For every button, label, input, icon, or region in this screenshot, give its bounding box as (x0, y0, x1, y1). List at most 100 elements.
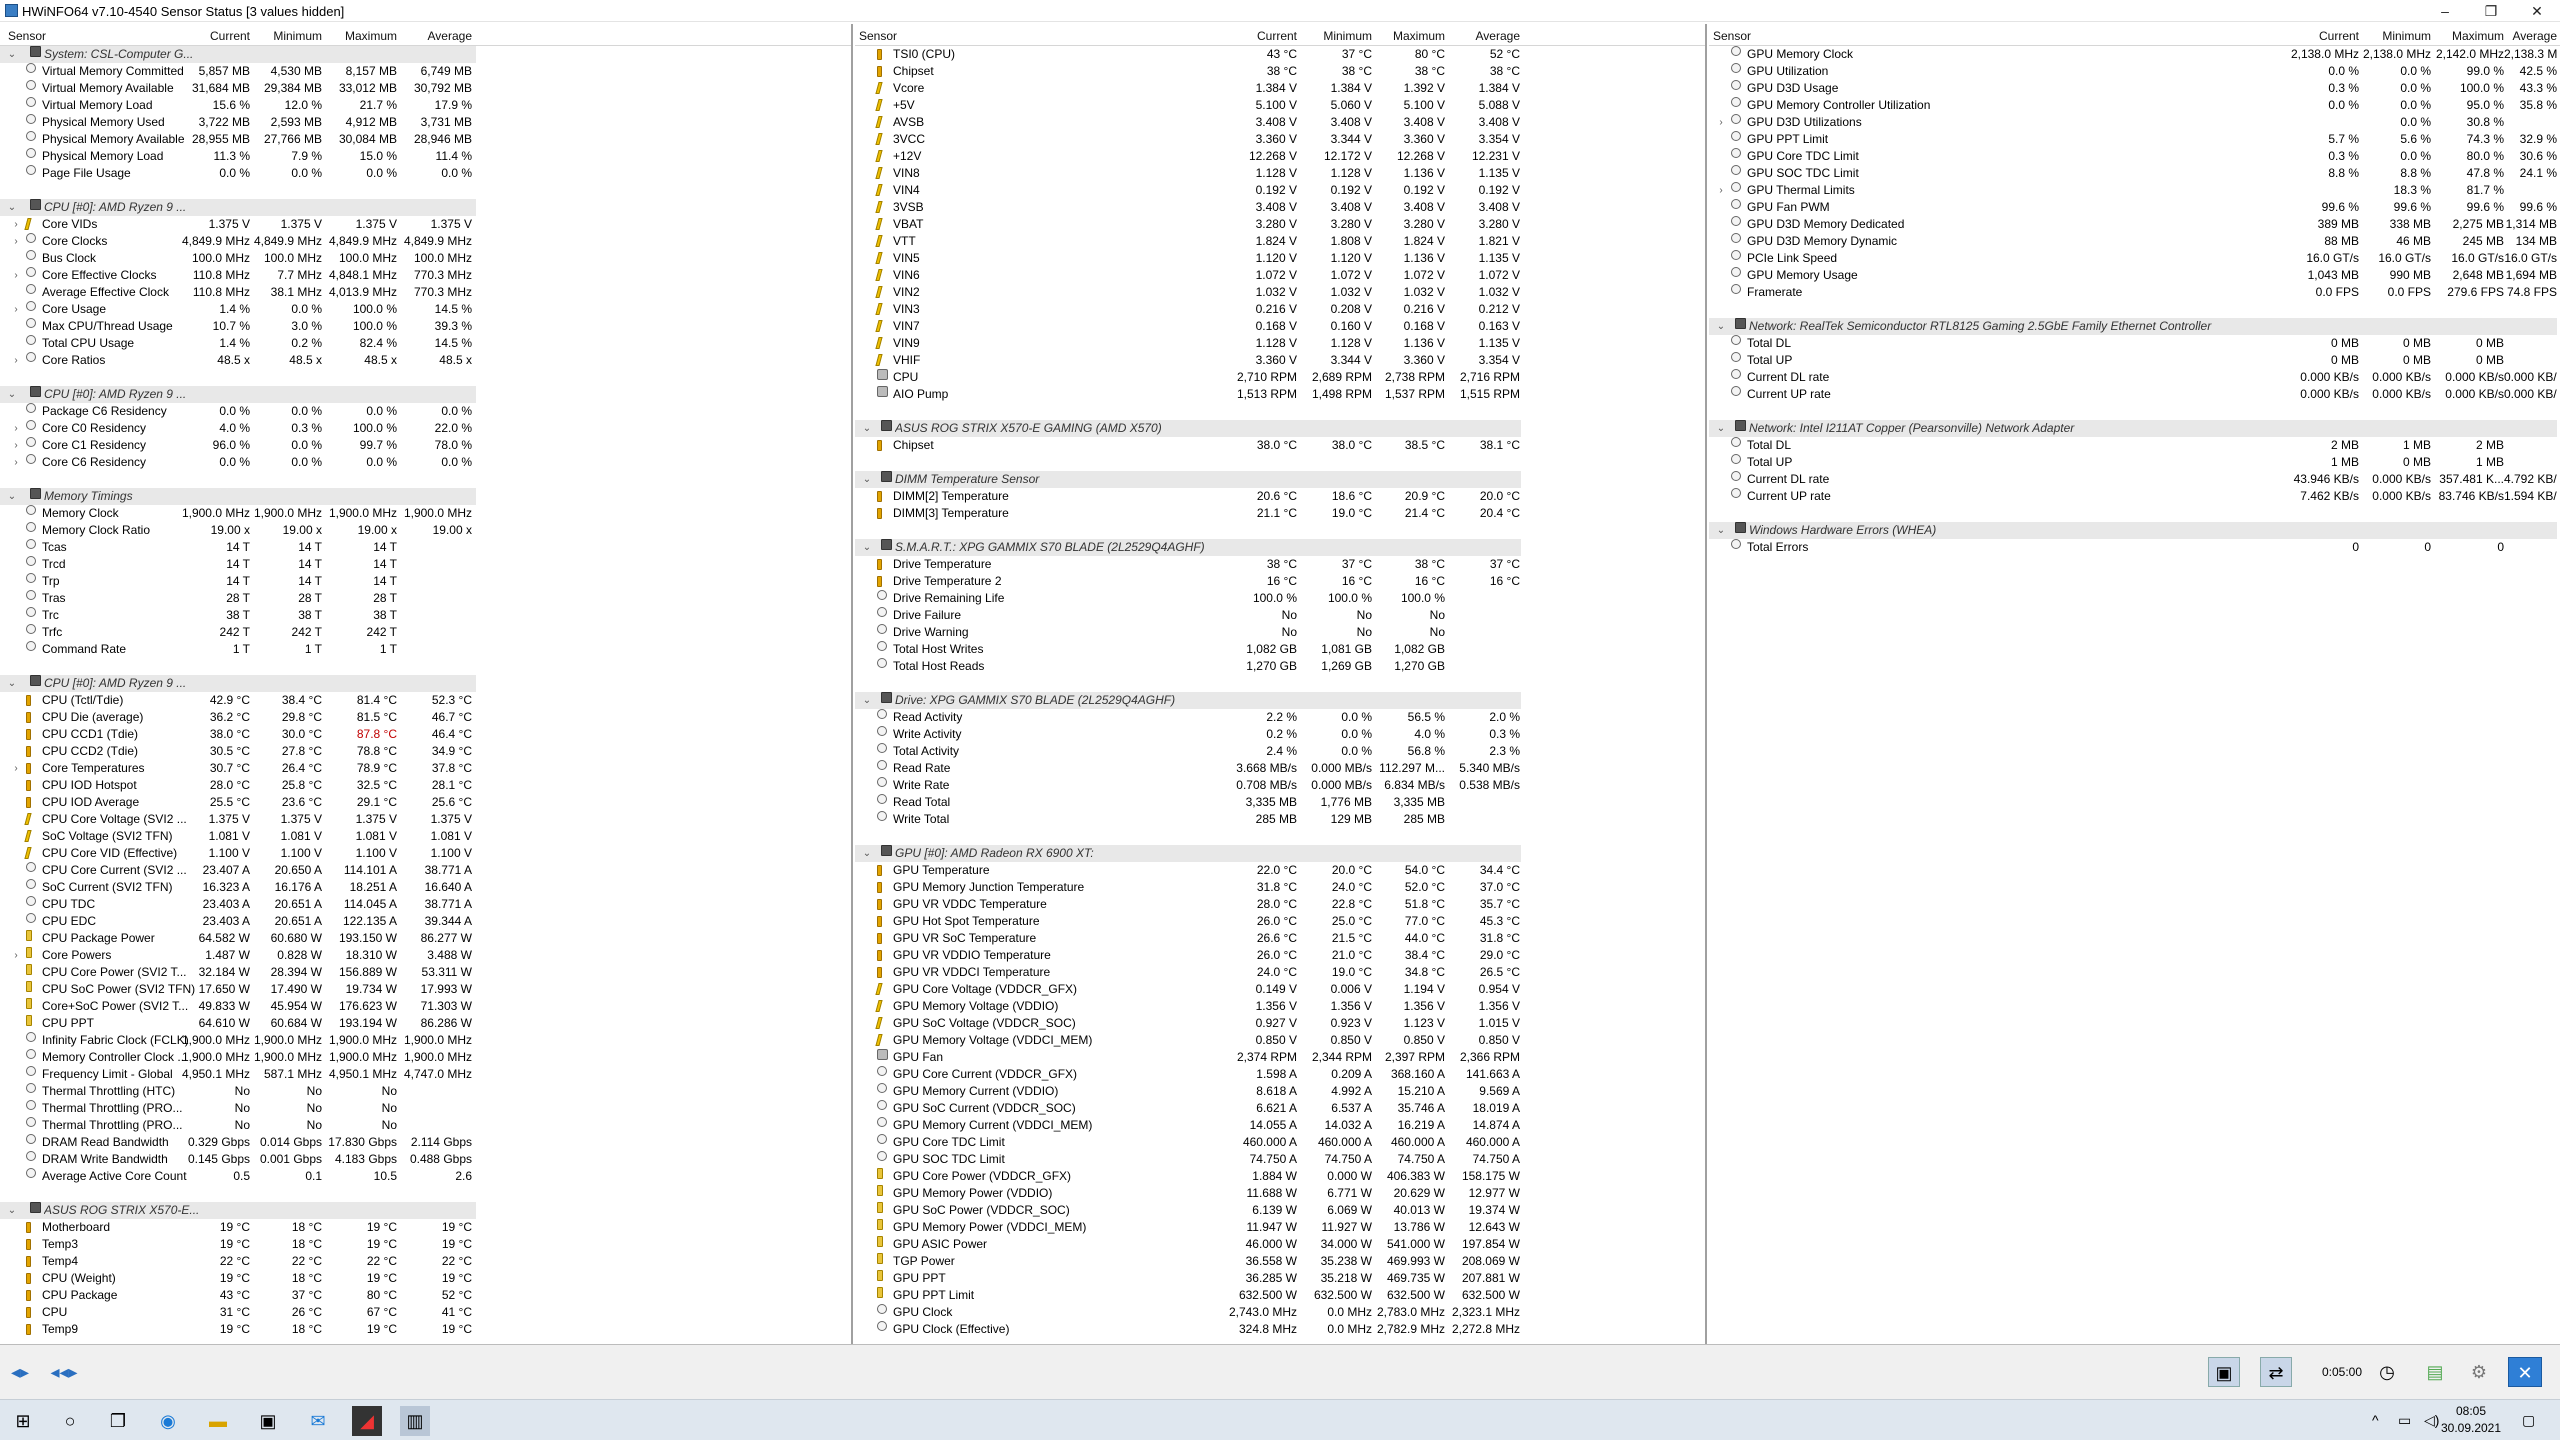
sensor-row[interactable]: GPU Utilization 0.0 % 0.0 % 99.0 % 42.5 % (1709, 63, 2560, 80)
sensor-row[interactable]: Current DL rate 43.946 KB/s 0.000 KB/s 357.… (1709, 471, 2560, 488)
sensor-row[interactable]: Tras 28 T 28 T 28 T (0, 590, 851, 607)
maximize-button[interactable]: ❐ (2468, 0, 2514, 22)
taskbar-edge[interactable]: ◉ (153, 1406, 183, 1436)
expand-chevron-icon[interactable]: › (10, 760, 22, 777)
sensor-row[interactable]: CPU CCD2 (Tdie) 30.5 °C 27.8 °C 78.8 °C 34.9… (0, 743, 851, 760)
sensor-row[interactable]: GPU Memory Junction Temperature 31.8 °C 24… (855, 879, 1705, 896)
collapse-chevron-icon[interactable]: ⌄ (6, 199, 18, 216)
header-minimum[interactable]: Minimum (2364, 29, 2431, 43)
tray-chevron-icon[interactable]: ^ (2372, 1412, 2379, 1428)
sensor-row[interactable]: CPU IOD Hotspot 28.0 °C 25.8 °C 32.5 °C 28.1… (0, 777, 851, 794)
sensor-row[interactable]: SoC Current (SVI2 TFN) 16.323 A 16.176 A 18… (0, 879, 851, 896)
header-average[interactable]: Average (420, 29, 472, 43)
sensor-row[interactable]: Total DL 0 MB 0 MB 0 MB (1709, 335, 2560, 352)
notification-icon[interactable]: ▢ (2522, 1412, 2535, 1429)
sensor-row[interactable]: GPU Memory Power (VDDIO) 11.688 W 6.771 W 2… (855, 1185, 1705, 1202)
sensor-row[interactable]: Write Activity 0.2 % 0.0 % 4.0 % 0.3 % (855, 726, 1705, 743)
taskbar-store[interactable]: ▣ (253, 1406, 283, 1436)
sensor-row[interactable]: Average Active Core Count 0.5 0.1 10.5 2.6 (0, 1168, 851, 1185)
sensor-row[interactable]: GPU VR VDDIO Temperature 26.0 °C 21.0 °C 38… (855, 947, 1705, 964)
sensor-row[interactable]: Chipset 38 °C 38 °C 38 °C 38 °C (855, 63, 1705, 80)
sensor-row[interactable]: Current DL rate 0.000 KB/s 0.000 KB/s 0.000… (1709, 369, 2560, 386)
sensor-row[interactable]: SoC Voltage (SVI2 TFN) 1.081 V 1.081 V 1.08… (0, 828, 851, 845)
collapse-chevron-icon[interactable]: ⌄ (1715, 318, 1727, 335)
sensor-row[interactable]: Core+SoC Power (SVI2 T... 49.833 W 45.954 … (0, 998, 851, 1015)
sensor-row[interactable]: Trcd 14 T 14 T 14 T (0, 556, 851, 573)
sensor-row[interactable]: Current UP rate 0.000 KB/s 0.000 KB/s 0.000… (1709, 386, 2560, 403)
taskbar-explorer[interactable]: ▬ (203, 1406, 233, 1436)
sensor-panel-middle[interactable]: Sensor Current Minimum Maximum Average T… (855, 24, 1707, 1344)
sensor-row[interactable]: › Core C1 Residency 96.0 % 0.0 % 99.7 % 78.0 … (0, 437, 851, 454)
sensor-row[interactable]: CPU 2,710 RPM 2,689 RPM 2,738 RPM 2,716 RPM (855, 369, 1705, 386)
sensor-row[interactable]: +5V 5.100 V 5.060 V 5.100 V 5.088 V (855, 97, 1705, 114)
close-sensors-button[interactable]: ✕ (2508, 1357, 2542, 1387)
sensor-row[interactable]: CPU (Weight) 19 °C 18 °C 19 °C 19 °C (0, 1270, 851, 1287)
expand-chevron-icon[interactable]: › (10, 454, 22, 471)
layout-button[interactable]: ⇄ (2260, 1357, 2292, 1387)
close-button[interactable]: ✕ (2514, 0, 2560, 22)
sensor-row[interactable]: GPU Memory Current (VDDIO) 8.618 A 4.992 A… (855, 1083, 1705, 1100)
header-maximum[interactable]: Maximum (1375, 29, 1445, 43)
header-current[interactable]: Current (1195, 29, 1297, 43)
sensor-row[interactable]: Command Rate 1 T1 T1 T (0, 641, 851, 658)
sensor-row[interactable]: GPU SOC TDC Limit 74.750 A 74.750 A 74.750 … (855, 1151, 1705, 1168)
sensor-row[interactable]: CPU Die (average) 36.2 °C 29.8 °C 81.5 °C 46… (0, 709, 851, 726)
sensor-row[interactable]: DRAM Write Bandwidth 0.145 Gbps 0.001 Gbps… (0, 1151, 851, 1168)
sensor-group-row[interactable]: ⌄ CPU [#0]: AMD Ryzen 9 ... (0, 675, 476, 692)
collapse-chevron-icon[interactable]: ⌄ (1715, 420, 1727, 437)
sensor-row[interactable]: GPU Core TDC Limit 0.3 % 0.0 % 80.0 % 30.6 % (1709, 148, 2560, 165)
search-button[interactable]: ○ (55, 1406, 85, 1436)
minimize-button[interactable]: – (2422, 0, 2468, 22)
sensor-row[interactable]: Total Host Writes 1,082 GB 1,081 GB 1,082 G… (855, 641, 1705, 658)
sensor-row[interactable]: Total Activity 2.4 % 0.0 % 56.8 % 2.3 % (855, 743, 1705, 760)
sensor-row[interactable]: Virtual Memory Committed 5,857 MB 4,530 MB… (0, 63, 851, 80)
taskbar-hwinfo[interactable]: ▥ (400, 1406, 430, 1436)
sensor-row[interactable]: Trc 38 T 38 T 38 T (0, 607, 851, 624)
sensor-row[interactable]: Virtual Memory Available 31,684 MB 29,384 … (0, 80, 851, 97)
sensor-row[interactable]: VIN4 0.192 V 0.192 V 0.192 V 0.192 V (855, 182, 1705, 199)
collapse-chevron-icon[interactable]: ⌄ (861, 420, 873, 437)
header-current[interactable]: Current (205, 29, 250, 43)
sensor-row[interactable]: Write Rate 0.708 MB/s 0.000 MB/s 6.834 MB/s… (855, 777, 1705, 794)
sensor-row[interactable]: TSI0 (CPU) 43 °C 37 °C 80 °C 52 °C (855, 46, 1705, 63)
sensor-row[interactable]: CPU EDC 23.403 A 20.651 A 122.135 A 39.344 A (0, 913, 851, 930)
sensor-row[interactable]: Current UP rate 7.462 KB/s 0.000 KB/s 83.74… (1709, 488, 2560, 505)
navigate-left-button[interactable]: ◂▸ (4, 1357, 36, 1387)
sensor-row[interactable]: Drive Temperature 38 °C 37 °C 38 °C 37 °C (855, 556, 1705, 573)
sensor-row[interactable]: › Core Ratios 48.5 x 48.5 x 48.5 x 48.5 x (0, 352, 851, 369)
sensor-row[interactable]: Total CPU Usage 1.4 % 0.2 % 82.4 % 14.5 % (0, 335, 851, 352)
sensor-row[interactable]: GPU Memory Clock 2,138.0 MHz 2,138.0 MHz 2,… (1709, 46, 2560, 63)
sensor-row[interactable]: VTT 1.824 V 1.808 V 1.824 V 1.821 V (855, 233, 1705, 250)
sensor-row[interactable]: Package C6 Residency 0.0 % 0.0 % 0.0 % 0.0 % (0, 403, 851, 420)
collapse-chevron-icon[interactable]: ⌄ (6, 386, 18, 403)
expand-chevron-icon[interactable]: › (10, 216, 22, 233)
sensor-row[interactable]: Tcas 14 T 14 T 14 T (0, 539, 851, 556)
sensor-row[interactable]: CPU TDC 23.403 A 20.651 A 114.045 A 38.771 A (0, 896, 851, 913)
sensor-row[interactable]: GPU Clock (Effective) 324.8 MHz 0.0 MHz 2,7… (855, 1321, 1705, 1338)
start-button[interactable]: ⊞ (8, 1406, 38, 1436)
sensor-row[interactable]: Memory Controller Clock ... 1,900.0 MHz 1,… (0, 1049, 851, 1066)
sensor-group-row[interactable]: ⌄ Network: RealTek Semiconductor RTL8125 … (1709, 318, 2557, 335)
sensor-row[interactable]: Framerate 0.0 FPS 0.0 FPS 279.6 FPS 74.8 FPS (1709, 284, 2560, 301)
sensor-group-row[interactable]: ⌄ Windows Hardware Errors (WHEA) (1709, 522, 2557, 539)
sensor-row[interactable]: GPU Fan 2,374 RPM 2,344 RPM 2,397 RPM 2,366 … (855, 1049, 1705, 1066)
sensor-row[interactable]: Physical Memory Used 3,722 MB 2,593 MB 4,91… (0, 114, 851, 131)
sensor-row[interactable]: Read Activity 2.2 % 0.0 % 56.5 % 2.0 % (855, 709, 1705, 726)
sensor-row[interactable]: CPU PPT 64.610 W 60.684 W 193.194 W 86.286 W (0, 1015, 851, 1032)
sensor-row[interactable]: GPU Memory Controller Utilization 0.0 % 0.… (1709, 97, 2560, 114)
column-header[interactable]: Sensor Current Minimum Maximum Average (855, 24, 1705, 46)
sensor-row[interactable]: Thermal Throttling (HTC) No No No (0, 1083, 851, 1100)
sensor-row[interactable]: GPU Fan PWM 99.6 % 99.6 % 99.6 % 99.6 % (1709, 199, 2560, 216)
sensor-row[interactable]: GPU Core Voltage (VDDCR_GFX) 0.149 V 0.006… (855, 981, 1705, 998)
sensor-row[interactable]: GPU SOC TDC Limit 8.8 % 8.8 % 47.8 % 24.1 % (1709, 165, 2560, 182)
sensor-row[interactable]: GPU PPT 36.285 W 35.218 W 469.735 W 207.881 … (855, 1270, 1705, 1287)
header-sensor[interactable]: Sensor (859, 29, 897, 43)
sensor-row[interactable]: CPU IOD Average 25.5 °C 23.6 °C 29.1 °C 25.6… (0, 794, 851, 811)
sensor-row[interactable]: Temp4 22 °C 22 °C 22 °C 22 °C (0, 1253, 851, 1270)
sensor-row[interactable]: Page File Usage 0.0 % 0.0 % 0.0 % 0.0 % (0, 165, 851, 182)
sensor-row[interactable]: GPU Memory Voltage (VDDCI_MEM) 0.850 V 0.8… (855, 1032, 1705, 1049)
sensor-row[interactable]: Write Total 285 MB 129 MB 285 MB (855, 811, 1705, 828)
sensor-row[interactable]: CPU Core VID (Effective) 1.100 V 1.100 V 1.… (0, 845, 851, 862)
sensor-row[interactable]: Motherboard 19 °C 18 °C 19 °C 19 °C (0, 1219, 851, 1236)
sensor-group-row[interactable]: ⌄ CPU [#0]: AMD Ryzen 9 ... (0, 386, 476, 403)
